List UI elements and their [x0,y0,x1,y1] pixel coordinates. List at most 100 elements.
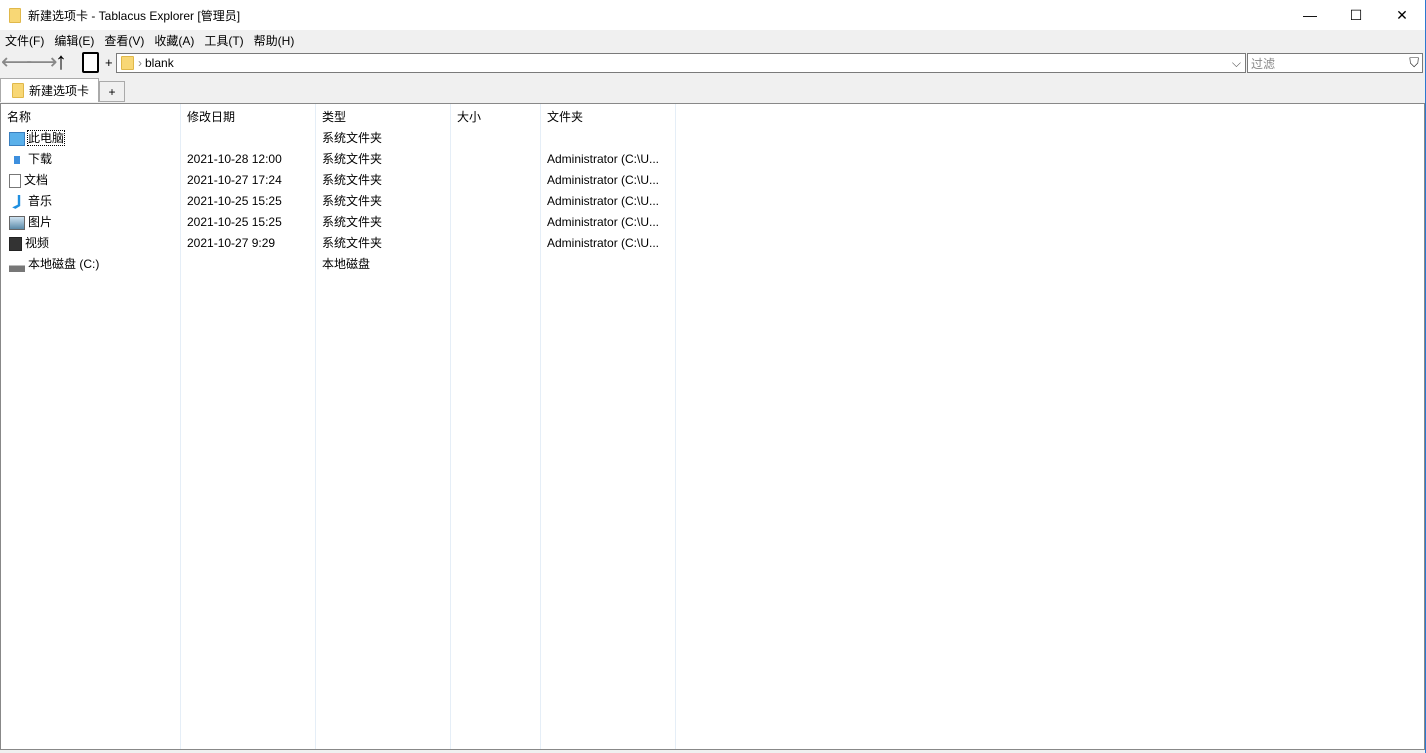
menu-file[interactable]: 文件(F) [0,32,49,49]
row-folder [541,254,547,275]
cell-text: 2021-10-25 15:25 [187,215,282,229]
menu-help[interactable]: 帮助(H) [249,32,300,49]
menu-bar: 文件(F) 编辑(E) 查看(V) 收藏(A) 工具(T) 帮助(H) [0,30,299,50]
row-size [451,212,457,233]
tab-bar: 新建选项卡 + [0,78,125,102]
row-size [451,128,457,149]
row-folder: Administrator (C:\U... [541,233,659,254]
header-folder[interactable]: 文件夹 [541,104,675,128]
video-icon [9,237,22,251]
cell-text: 本地磁盘 (C:) [28,257,99,271]
filter-input[interactable]: 过滤 ⛉ [1247,53,1423,73]
cell-text: 系统文件夹 [322,194,382,208]
cell-text: 此电脑 [28,131,64,145]
row-date: 2021-10-27 17:24 [181,170,282,191]
drive-icon [9,258,25,272]
row-date: 2021-10-25 15:25 [181,191,282,212]
download-icon [9,153,25,167]
new-tab-plus-button[interactable]: + [105,55,113,70]
row-type: 系统文件夹 [316,128,382,149]
row-type: 系统文件夹 [316,170,382,191]
row-size [451,149,457,170]
row-type: 本地磁盘 [316,254,370,275]
cell-text: Administrator (C:\U... [547,194,659,208]
row-folder: Administrator (C:\U... [541,149,659,170]
address-bar[interactable]: › blank ⌵ [116,53,1246,73]
cell-text: Administrator (C:\U... [547,215,659,229]
header-date[interactable]: 修改日期 [181,104,315,128]
row-size [451,233,457,254]
row-folder: Administrator (C:\U... [541,191,659,212]
forward-button[interactable]: ⟶ [26,51,58,73]
title-bar: 新建选项卡 - Tablacus Explorer [管理员] — ☐ ✕ [0,0,1425,30]
music-icon [9,195,25,209]
row-name[interactable]: 本地磁盘 (C:) [1,254,99,275]
cell-text: 音乐 [28,194,52,208]
row-type: 系统文件夹 [316,233,382,254]
header-name[interactable]: 名称 [1,104,180,128]
picture-icon [9,216,25,230]
document-icon [9,174,21,188]
cell-text: 下载 [28,152,52,166]
add-tab-button[interactable]: + [99,81,125,102]
close-button[interactable]: ✕ [1379,0,1425,30]
cell-text: Administrator (C:\U... [547,152,659,166]
row-name[interactable]: 此电脑 [1,128,64,149]
breadcrumb-separator: › [138,56,142,70]
menu-favorites[interactable]: 收藏(A) [149,32,199,49]
chevron-down-icon[interactable]: ⌵ [1232,56,1241,71]
row-name[interactable]: 视频 [1,233,49,254]
cell-text: 2021-10-25 15:25 [187,194,282,208]
row-name[interactable]: 文档 [1,170,48,191]
cell-text: 系统文件夹 [322,236,382,250]
tab-new[interactable]: 新建选项卡 [0,78,99,102]
cell-text: 2021-10-27 17:24 [187,173,282,187]
cell-text: 系统文件夹 [322,215,382,229]
row-name[interactable]: 下载 [1,149,52,170]
column-size: 大小 [451,104,541,749]
cell-text: 系统文件夹 [322,173,382,187]
row-size [451,170,457,191]
header-size[interactable]: 大小 [451,104,540,128]
cell-text: 文档 [24,173,48,187]
row-type: 系统文件夹 [316,212,382,233]
row-type: 系统文件夹 [316,191,382,212]
menu-tools[interactable]: 工具(T) [199,32,248,49]
address-text: blank [145,56,174,70]
row-date: 2021-10-27 9:29 [181,233,275,254]
cell-text: Administrator (C:\U... [547,173,659,187]
folder-icon [121,56,134,70]
row-name[interactable]: 音乐 [1,191,52,212]
minimize-button[interactable]: — [1287,0,1333,30]
header-type[interactable]: 类型 [316,104,450,128]
folder-icon [9,8,21,23]
cell-text: 视频 [25,236,49,250]
row-name[interactable]: 图片 [1,212,52,233]
cell-text: 本地磁盘 [322,257,370,271]
computer-icon [9,132,25,146]
maximize-button[interactable]: ☐ [1333,0,1379,30]
cell-text: Administrator (C:\U... [547,236,659,250]
row-date [181,128,187,149]
menu-view[interactable]: 查看(V) [99,32,149,49]
cell-text: 系统文件夹 [322,131,382,145]
row-folder: Administrator (C:\U... [541,212,659,233]
filter-icon[interactable]: ⛉ [1409,55,1419,71]
file-list[interactable]: 名称 修改日期 类型 大小 文件夹 此电脑系统文件夹下载2021-10-28 1… [0,103,1425,750]
toolbar: ⟵ ⟶ ↑ + › blank ⌵ 过滤 ⛉ [0,51,1425,75]
row-date: 2021-10-25 15:25 [181,212,282,233]
window-title: 新建选项卡 - Tablacus Explorer [管理员] [28,7,240,24]
cell-text: 图片 [28,215,52,229]
folder-icon [12,83,24,98]
menu-edit[interactable]: 编辑(E) [49,32,99,49]
cell-text: 系统文件夹 [322,152,382,166]
row-date: 2021-10-28 12:00 [181,149,282,170]
filter-placeholder: 过滤 [1251,55,1275,72]
up-button[interactable]: ↑ [55,51,67,73]
row-size [451,254,457,275]
row-folder: Administrator (C:\U... [541,170,659,191]
row-date [181,254,187,275]
tab-label: 新建选项卡 [29,82,89,99]
bookmark-icon[interactable] [82,52,99,73]
cell-text: 2021-10-28 12:00 [187,152,282,166]
